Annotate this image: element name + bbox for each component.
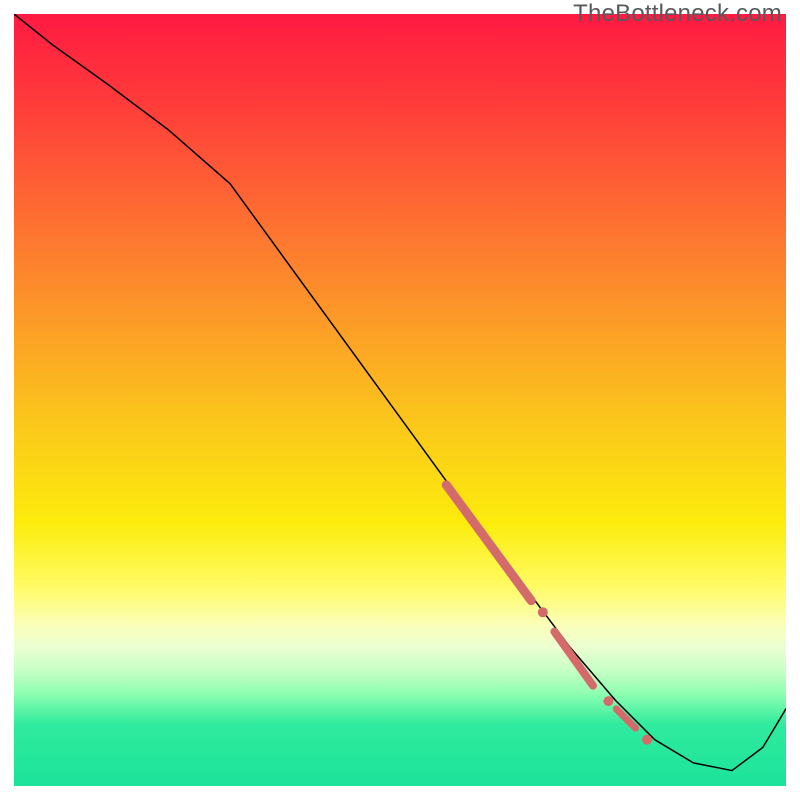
highlight-thick [446, 485, 531, 601]
highlight-seg-2 [554, 632, 593, 686]
watermark-text: TheBottleneck.com [573, 0, 782, 28]
data-point [603, 696, 613, 706]
plot-area [14, 14, 786, 786]
chart-svg [14, 14, 786, 786]
bottleneck-curve [14, 14, 786, 771]
chart-container: TheBottleneck.com [0, 0, 800, 800]
data-point [538, 607, 548, 617]
data-point [642, 735, 652, 745]
